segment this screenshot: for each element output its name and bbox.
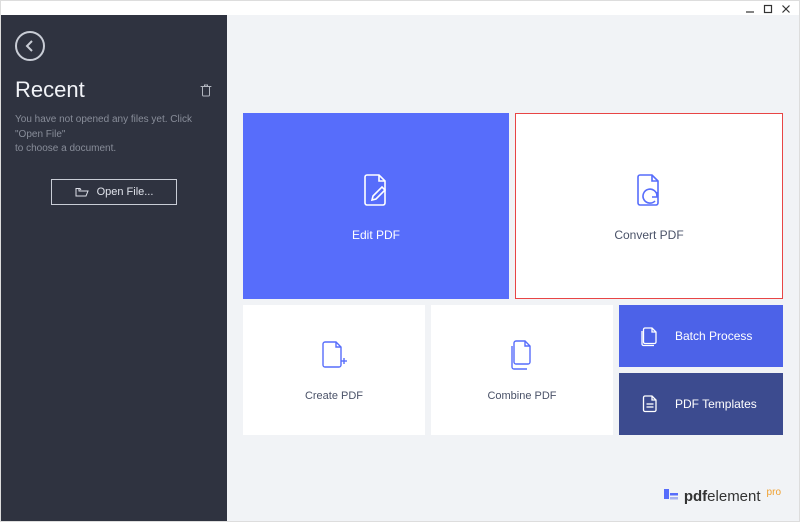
convert-pdf-tile[interactable]: Convert PDF (515, 113, 783, 299)
maximize-button[interactable] (761, 3, 775, 15)
main-area: Edit PDF Convert PDF (227, 15, 799, 521)
batch-process-icon (639, 325, 661, 347)
tile-label: Create PDF (305, 390, 363, 402)
minimize-button[interactable] (743, 3, 757, 15)
pdf-templates-icon (639, 393, 661, 415)
sidebar-header: Recent (15, 77, 213, 103)
window-controls (1, 1, 799, 15)
back-button[interactable] (15, 31, 45, 61)
app-window: Recent You have not opened any files yet… (0, 0, 800, 522)
convert-pdf-icon (629, 170, 669, 210)
tile-label: Batch Process (675, 329, 752, 343)
tile-label: Combine PDF (487, 390, 556, 402)
brand-mark-icon (664, 487, 678, 501)
create-pdf-icon (317, 338, 351, 372)
pdf-templates-tile[interactable]: PDF Templates (619, 373, 783, 435)
open-file-label: Open File... (97, 186, 154, 198)
create-pdf-tile[interactable]: Create PDF (243, 305, 425, 435)
close-button[interactable] (779, 3, 793, 15)
edit-pdf-icon (356, 170, 396, 210)
tile-label: Edit PDF (352, 228, 400, 242)
brand-name: pdfelement (684, 488, 761, 505)
batch-process-tile[interactable]: Batch Process (619, 305, 783, 367)
app-body: Recent You have not opened any files yet… (1, 15, 799, 521)
open-file-button[interactable]: Open File... (51, 179, 177, 205)
hint-line: You have not opened any files yet. Click… (15, 113, 213, 142)
trash-icon (199, 83, 213, 97)
sidebar: Recent You have not opened any files yet… (1, 15, 227, 521)
chevron-left-icon (24, 40, 36, 52)
sidebar-title: Recent (15, 77, 85, 103)
tile-label: PDF Templates (675, 397, 757, 411)
tile-row-2: Create PDF Combine PDF (243, 305, 783, 435)
brand-edition: pro (767, 487, 781, 498)
tile-stack: Batch Process PDF Templates (619, 305, 783, 435)
combine-pdf-tile[interactable]: Combine PDF (431, 305, 613, 435)
brand-logo: pdfelement pro (664, 487, 781, 505)
clear-recent-button[interactable] (199, 83, 213, 97)
hint-line: to choose a document. (15, 142, 213, 157)
tile-row-1: Edit PDF Convert PDF (243, 113, 783, 299)
folder-open-icon (75, 186, 89, 198)
sidebar-hint: You have not opened any files yet. Click… (15, 113, 213, 157)
edit-pdf-tile[interactable]: Edit PDF (243, 113, 509, 299)
combine-pdf-icon (505, 338, 539, 372)
tile-label: Convert PDF (614, 228, 683, 242)
